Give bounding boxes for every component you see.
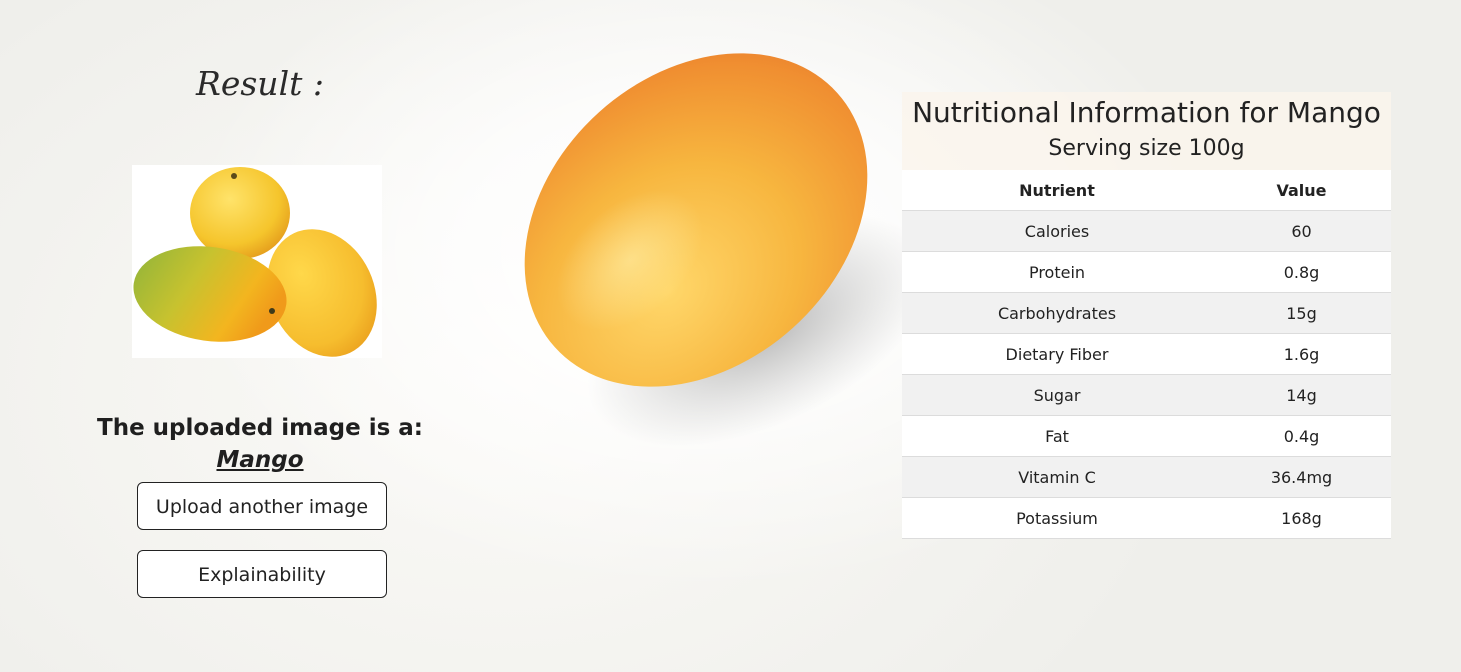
- hero-mango-image: [470, 40, 933, 460]
- nutrient-name: Dietary Fiber: [902, 333, 1212, 375]
- prediction-text: The uploaded image is a: Mango: [60, 412, 460, 476]
- result-section: Result : The uploaded image is a: Mango …: [60, 0, 460, 672]
- nutrient-name: Sugar: [902, 374, 1212, 416]
- nutrient-value: 36.4mg: [1212, 456, 1391, 498]
- serving-size: Serving size 100g: [1048, 136, 1245, 161]
- nutrient-name: Vitamin C: [902, 456, 1212, 498]
- nutrient-value: 1.6g: [1212, 333, 1391, 375]
- table-row: Potassium 168g: [902, 497, 1391, 539]
- prediction-prefix: The uploaded image is a:: [97, 415, 423, 441]
- result-title: Result :: [196, 64, 324, 103]
- nutrient-value: 60: [1212, 210, 1391, 252]
- table-row: Calories 60: [902, 210, 1391, 252]
- nutrition-header: Nutritional Information for Mango Servin…: [902, 92, 1391, 170]
- column-header-nutrient: Nutrient: [902, 170, 1212, 211]
- nutrition-title: Nutritional Information for Mango: [912, 96, 1381, 129]
- predicted-fruit: Mango: [216, 447, 304, 473]
- table-row: Protein 0.8g: [902, 251, 1391, 293]
- table-row: Sugar 14g: [902, 374, 1391, 416]
- nutrient-value: 15g: [1212, 292, 1391, 334]
- nutrient-value: 0.4g: [1212, 415, 1391, 457]
- upload-another-image-button[interactable]: Upload another image: [137, 482, 387, 530]
- uploaded-image: [132, 165, 382, 358]
- nutrition-panel: Nutritional Information for Mango Servin…: [902, 92, 1391, 539]
- nutrient-name: Carbohydrates: [902, 292, 1212, 334]
- nutrient-value: 168g: [1212, 497, 1391, 539]
- table-row: Vitamin C 36.4mg: [902, 456, 1391, 498]
- column-header-value: Value: [1212, 170, 1391, 211]
- nutrient-name: Potassium: [902, 497, 1212, 539]
- nutrition-table: Nutrient Value Calories 60 Protein 0.8g …: [902, 170, 1391, 539]
- explainability-button[interactable]: Explainability: [137, 550, 387, 598]
- table-row: Dietary Fiber 1.6g: [902, 333, 1391, 375]
- nutrient-value: 14g: [1212, 374, 1391, 416]
- table-row: Carbohydrates 15g: [902, 292, 1391, 334]
- table-row: Fat 0.4g: [902, 415, 1391, 457]
- nutrient-name: Protein: [902, 251, 1212, 293]
- nutrient-name: Fat: [902, 415, 1212, 457]
- nutrient-value: 0.8g: [1212, 251, 1391, 293]
- nutrient-name: Calories: [902, 210, 1212, 252]
- table-header-row: Nutrient Value: [902, 170, 1391, 211]
